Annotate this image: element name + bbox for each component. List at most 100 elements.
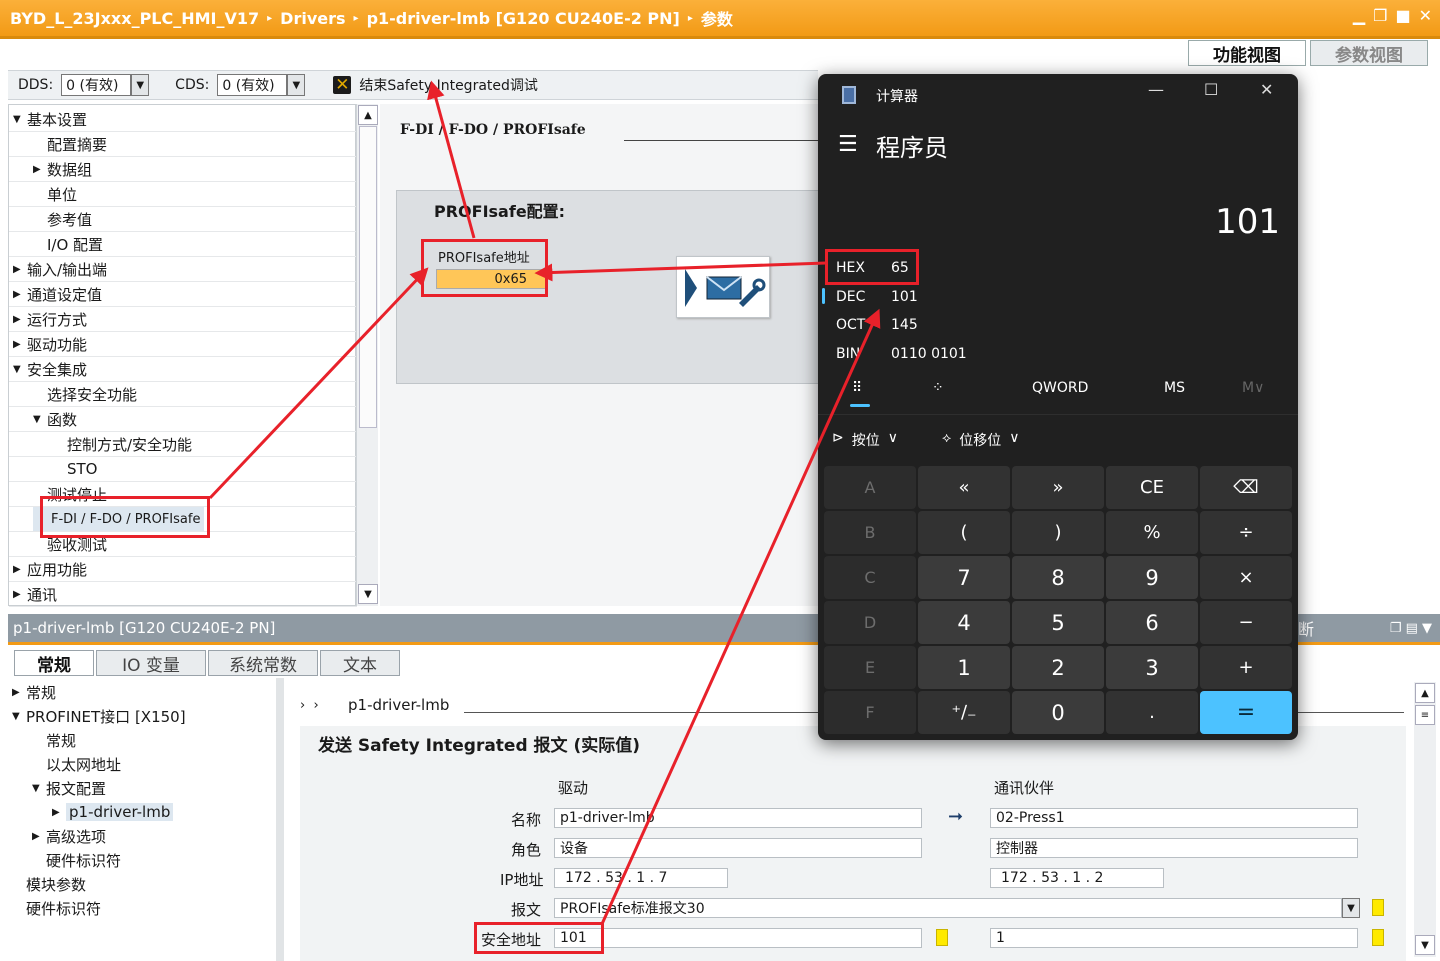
calc-key[interactable]: 7	[918, 556, 1010, 599]
chevron-down-icon[interactable]: ▼	[32, 783, 46, 794]
chevron-right-icon[interactable]: ▶	[52, 807, 66, 818]
bit-toggle-keypad-icon[interactable]: ⁘	[932, 380, 944, 396]
chevron-right-icon[interactable]: ▶	[13, 589, 27, 600]
chevron-up-icon[interactable]: ▲	[358, 105, 378, 125]
breadcrumb-project[interactable]: BYD_L_23Jxxx_PLC_HMI_V17	[10, 9, 259, 28]
driver-ip-field[interactable]: 172 . 53 . 1 . 7	[554, 868, 728, 888]
tree-item[interactable]: 控制方式/安全功能	[53, 432, 192, 456]
chevron-down-icon[interactable]: ▼	[358, 584, 378, 604]
bitshift-button[interactable]: ⟡ 位移位 ∨	[942, 430, 1020, 450]
tree-item[interactable]: STO	[53, 457, 98, 481]
memory-recall-button[interactable]: M∨	[1242, 380, 1264, 396]
driver-safety-address-field[interactable]: 101	[554, 928, 922, 948]
tab-system-constants[interactable]: 系统常数	[208, 650, 318, 676]
calc-key[interactable]: 0	[1012, 691, 1104, 734]
chevron-down-icon[interactable]: ▼	[33, 414, 47, 425]
minimize-icon[interactable]: —	[1148, 80, 1164, 99]
calc-key[interactable]: C	[824, 556, 916, 599]
tree-item[interactable]: ▶ 数据组	[33, 157, 92, 181]
calc-key[interactable]: −	[1200, 601, 1292, 644]
chevron-right-icon[interactable]: ▶	[13, 289, 27, 300]
chevron-down-icon[interactable]: ▼	[1342, 898, 1360, 918]
inspector-tree-item[interactable]: 常规	[32, 728, 76, 752]
chevron-right-icon[interactable]: ▶	[13, 264, 27, 275]
tree-item[interactable]: ▶ 运行方式	[13, 307, 87, 331]
chevron-right-icon[interactable]: ▶	[13, 564, 27, 575]
tree-item[interactable]: ▶ 驱动功能	[13, 332, 87, 356]
restore-icon[interactable]: ❐	[1373, 6, 1387, 25]
inspector-tree-item[interactable]: ▶ 高级选项	[32, 824, 106, 848]
partner-name-field[interactable]: 02-Press1	[990, 808, 1358, 828]
full-keypad-icon[interactable]: ⠿	[852, 380, 862, 396]
cds-value[interactable]: 0 (有效)	[217, 74, 288, 96]
calc-key[interactable]: A	[824, 466, 916, 509]
partner-ip-field[interactable]: 172 . 53 . 1 . 2	[990, 868, 1164, 888]
inspector-tree-item[interactable]: 以太网地址	[32, 752, 121, 776]
calc-key[interactable]: F	[824, 691, 916, 734]
tab-parameter-view[interactable]: 参数视图	[1310, 40, 1428, 66]
chevron-down-icon[interactable]: ▼	[13, 114, 27, 125]
breadcrumb-device[interactable]: p1-driver-lmb [G120 CU240E-2 PN]	[367, 9, 680, 28]
partner-safety-address-field[interactable]: 1	[990, 928, 1358, 948]
maximize-icon[interactable]: ■	[1395, 6, 1410, 25]
calc-key[interactable]: ⁺∕₋	[918, 691, 1010, 734]
driver-role-field[interactable]: 设备	[554, 838, 922, 858]
tree-item[interactable]: ▼ 函数	[33, 407, 77, 431]
calc-key[interactable]: 8	[1012, 556, 1104, 599]
hamburger-menu-icon[interactable]: ☰	[838, 132, 858, 157]
tab-function-view[interactable]: 功能视图	[1188, 40, 1306, 66]
chevron-right-icon[interactable]: ▶	[13, 339, 27, 350]
calc-key[interactable]: 9	[1106, 556, 1198, 599]
calc-key[interactable]: 1	[918, 646, 1010, 689]
base-dec[interactable]: DEC 101	[836, 289, 918, 305]
chevron-down-icon[interactable]: ▼	[12, 711, 26, 722]
base-oct[interactable]: OCT 145	[836, 317, 918, 333]
calc-key[interactable]: 6	[1106, 601, 1198, 644]
inspector-tree-item[interactable]: ▼ 报文配置	[32, 776, 106, 800]
chevron-up-icon[interactable]: ▲	[1415, 683, 1435, 703]
tab-io-tags[interactable]: IO 变量	[96, 650, 206, 676]
tab-general[interactable]: 常规	[14, 650, 94, 676]
tree-item[interactable]: 选择安全功能	[33, 382, 137, 406]
base-bin[interactable]: BIN 0110 0101	[836, 346, 967, 362]
chevron-down-icon[interactable]: ▼	[131, 74, 150, 96]
calc-key[interactable]: E	[824, 646, 916, 689]
tree-item[interactable]: ▶ 输入/输出端	[13, 257, 107, 281]
inspector-tree-item[interactable]: ▶ 常规	[12, 680, 56, 704]
bitwise-button[interactable]: ⊳ 按位 ∨	[832, 430, 898, 450]
inspector-tree-item[interactable]: ▼ PROFINET接口 [X150]	[12, 704, 186, 728]
tree-item[interactable]: ▼ 安全集成	[13, 357, 87, 381]
telegram-select[interactable]: PROFIsafe标准报文30 ▼	[554, 898, 1360, 918]
inspector-tree-item[interactable]: ▶ p1-driver-lmb	[52, 800, 174, 824]
minimize-icon[interactable]: ▁	[1353, 6, 1365, 25]
tree-scrollbar[interactable]: ▲ ▼	[356, 104, 378, 606]
calc-key[interactable]: )	[1012, 511, 1104, 554]
word-size-button[interactable]: QWORD	[1032, 380, 1088, 396]
chevron-down-icon[interactable]: ▼	[13, 364, 27, 375]
calc-key[interactable]: «	[918, 466, 1010, 509]
calc-key[interactable]: 4	[918, 601, 1010, 644]
calc-key[interactable]: »	[1012, 466, 1104, 509]
tree-item[interactable]: ▼ 基本设置	[13, 107, 87, 131]
telegram-value[interactable]: PROFIsafe标准报文30	[554, 898, 1342, 918]
calc-key[interactable]: +	[1200, 646, 1292, 689]
tree-item[interactable]: ▶ 应用功能	[13, 557, 87, 581]
chevron-right-icon[interactable]: ▶	[32, 831, 46, 842]
scroll-thumb[interactable]	[359, 126, 377, 428]
calc-key[interactable]: =	[1200, 691, 1292, 734]
calc-key[interactable]: B	[824, 511, 916, 554]
tree-item[interactable]: 配置摘要	[33, 132, 107, 156]
close-icon[interactable]: ✕	[1419, 6, 1432, 25]
partner-role-field[interactable]: 控制器	[990, 838, 1358, 858]
breadcrumb-drivers[interactable]: Drivers	[280, 9, 345, 28]
chevron-right-icon[interactable]: ▶	[33, 164, 47, 175]
tree-item[interactable]: 单位	[33, 182, 77, 206]
calc-key[interactable]: 3	[1106, 646, 1198, 689]
driver-name-field[interactable]: p1-driver-lmb	[554, 808, 922, 828]
calc-key[interactable]: ×	[1200, 556, 1292, 599]
maximize-icon[interactable]: ☐	[1204, 80, 1218, 99]
chevron-right-icon[interactable]: ▶	[12, 687, 26, 698]
inspector-tree-splitter[interactable]	[276, 678, 284, 961]
tree-item[interactable]: 参考值	[33, 207, 92, 231]
tree-item[interactable]: ▶ 通讯	[13, 582, 57, 606]
